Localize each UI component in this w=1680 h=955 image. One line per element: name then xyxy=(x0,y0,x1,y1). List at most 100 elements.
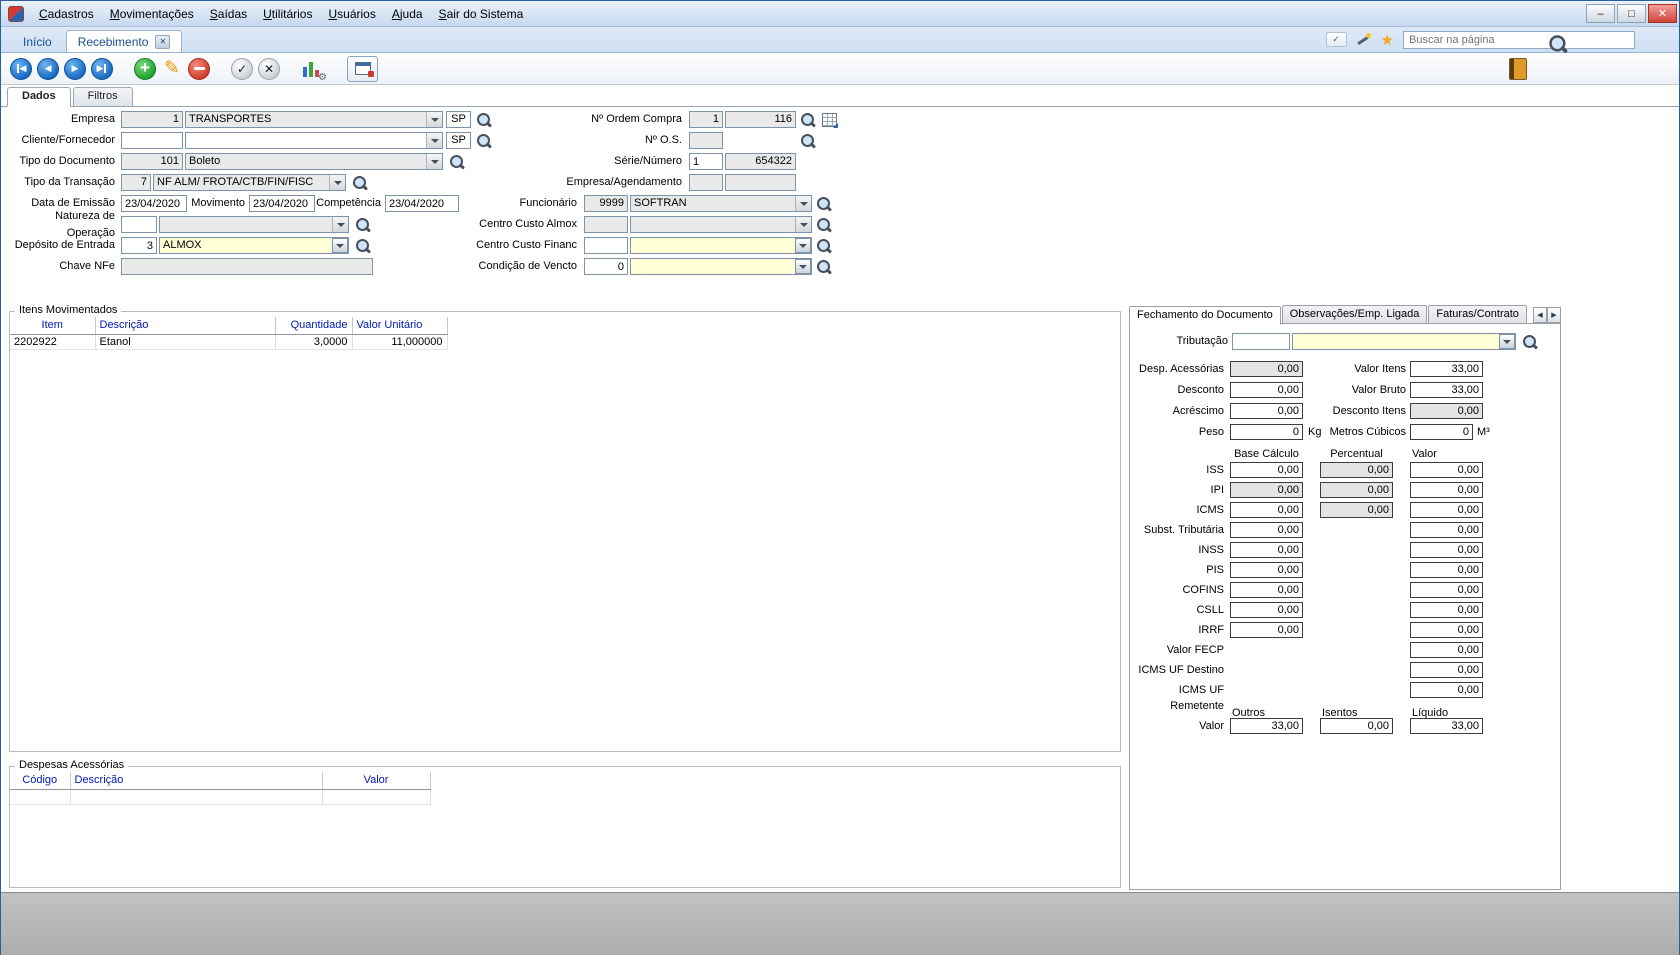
menu-cadastros[interactable]: Cadastros xyxy=(31,4,102,24)
condicao-vencto-code-field[interactable] xyxy=(584,258,628,275)
tipo-transacao-lookup-icon[interactable] xyxy=(352,175,368,191)
chevron-down-icon[interactable] xyxy=(795,196,811,211)
ordem-compra-lookup-icon[interactable] xyxy=(800,112,816,128)
empresa-uf-field[interactable]: SP xyxy=(446,111,471,128)
cliente-uf-field[interactable]: SP xyxy=(446,132,471,149)
tab-scroll-right-icon[interactable]: ▶ xyxy=(1547,307,1561,323)
delete-record-button[interactable] xyxy=(188,58,210,80)
ipi-valor-field[interactable]: 0,00 xyxy=(1410,482,1483,498)
column-valor-unitario[interactable]: Valor Unitário xyxy=(352,317,447,334)
tributacao-combo[interactable] xyxy=(1292,333,1516,350)
pis-valor-field[interactable]: 0,00 xyxy=(1410,562,1483,578)
column-despesa-valor[interactable]: Valor xyxy=(322,772,430,789)
tab-filtros[interactable]: Filtros xyxy=(73,87,133,107)
iss-base-field[interactable]: 0,00 xyxy=(1230,462,1303,478)
last-record-button[interactable]: ▶ xyxy=(91,58,113,80)
funcionario-lookup-icon[interactable] xyxy=(816,196,832,212)
deposito-lookup-icon[interactable] xyxy=(355,238,371,254)
centro-custo-financ-combo[interactable] xyxy=(630,237,812,254)
menu-utilitarios[interactable]: Utilitários xyxy=(255,4,320,24)
competencia-field[interactable] xyxy=(385,195,459,212)
tab-observacoes[interactable]: Observações/Emp. Ligada xyxy=(1282,305,1428,324)
centro-custo-financ-code-field[interactable] xyxy=(584,237,628,254)
csll-valor-field[interactable]: 0,00 xyxy=(1410,602,1483,618)
centro-custo-financ-lookup-icon[interactable] xyxy=(816,238,832,254)
cofins-valor-field[interactable]: 0,00 xyxy=(1410,582,1483,598)
chevron-down-icon[interactable] xyxy=(1499,334,1515,349)
cliente-combo[interactable] xyxy=(185,132,443,149)
chevron-down-icon[interactable] xyxy=(426,154,442,169)
next-record-button[interactable]: ▶ xyxy=(64,58,86,80)
chevron-down-icon[interactable] xyxy=(426,112,442,127)
chevron-down-icon[interactable] xyxy=(795,238,811,253)
validate-icon[interactable]: ✓ xyxy=(1326,32,1347,47)
column-quantidade[interactable]: Quantidade xyxy=(275,317,352,334)
fecp-valor-field[interactable]: 0,00 xyxy=(1410,642,1483,658)
menu-movimentacoes[interactable]: Movimentações xyxy=(102,4,202,24)
cliente-code-field[interactable] xyxy=(121,132,183,149)
metros-cubicos-field[interactable]: 0 xyxy=(1410,424,1473,440)
icms-valor-field[interactable]: 0,00 xyxy=(1410,502,1483,518)
item-table-row[interactable]: 2202922 Etanol 3,0000 11,000000 xyxy=(10,334,447,349)
tab-close-icon[interactable]: ✕ xyxy=(155,35,170,49)
tab-recebimento[interactable]: Recebimento ✕ xyxy=(66,30,183,52)
add-record-button[interactable]: + xyxy=(134,58,156,80)
deposito-code-field[interactable] xyxy=(121,237,157,254)
chart-button[interactable]: ⚙ xyxy=(300,57,325,80)
edit-record-button[interactable]: ✎ xyxy=(161,59,183,78)
column-despesa-descricao[interactable]: Descrição xyxy=(70,772,322,789)
icms-uf-destino-valor-field[interactable]: 0,00 xyxy=(1410,662,1483,678)
subst-valor-field[interactable]: 0,00 xyxy=(1410,522,1483,538)
chevron-down-icon[interactable] xyxy=(795,259,811,274)
column-descricao[interactable]: Descrição xyxy=(95,317,275,334)
os-lookup-icon[interactable] xyxy=(800,133,816,149)
prev-record-button[interactable]: ◀ xyxy=(37,58,59,80)
menu-usuarios[interactable]: Usuários xyxy=(320,4,383,24)
wand-icon[interactable] xyxy=(1356,32,1372,47)
tab-inicio[interactable]: Início xyxy=(11,30,64,52)
search-input[interactable] xyxy=(1403,31,1635,49)
star-icon[interactable]: ★ xyxy=(1381,31,1394,49)
natureza-code-field[interactable] xyxy=(121,216,157,233)
irrf-valor-field[interactable]: 0,00 xyxy=(1410,622,1483,638)
search-page-icon[interactable] xyxy=(1548,34,1568,54)
inss-valor-field[interactable]: 0,00 xyxy=(1410,542,1483,558)
cofins-base-field[interactable]: 0,00 xyxy=(1230,582,1303,598)
condicao-vencto-combo[interactable] xyxy=(630,258,812,275)
tributacao-code-field[interactable] xyxy=(1232,333,1290,350)
movimento-field[interactable] xyxy=(249,195,315,212)
inss-base-field[interactable]: 0,00 xyxy=(1230,542,1303,558)
menu-ajuda[interactable]: Ajuda xyxy=(384,4,431,24)
maximize-button[interactable]: □ xyxy=(1617,4,1646,23)
pis-base-field[interactable]: 0,00 xyxy=(1230,562,1303,578)
deposito-combo[interactable]: ALMOX xyxy=(159,237,349,254)
chevron-down-icon[interactable] xyxy=(332,217,348,232)
ordem-compra-itens-icon[interactable] xyxy=(822,113,837,127)
icms-uf-remetente-valor-field[interactable]: 0,00 xyxy=(1410,682,1483,698)
tab-faturas[interactable]: Faturas/Contrato xyxy=(1428,305,1527,324)
serie-field[interactable] xyxy=(689,153,723,170)
exit-icon[interactable] xyxy=(1509,58,1527,80)
column-item[interactable]: Item xyxy=(10,317,95,334)
tab-fechamento[interactable]: Fechamento do Documento xyxy=(1129,306,1281,325)
irrf-base-field[interactable]: 0,00 xyxy=(1230,622,1303,638)
csll-base-field[interactable]: 0,00 xyxy=(1230,602,1303,618)
chevron-down-icon[interactable] xyxy=(426,133,442,148)
condicao-vencto-lookup-icon[interactable] xyxy=(816,259,832,275)
menu-saidas[interactable]: Saídas xyxy=(202,4,255,24)
chevron-down-icon[interactable] xyxy=(332,238,348,253)
first-record-button[interactable]: ◀ xyxy=(10,58,32,80)
confirm-button[interactable]: ✓ xyxy=(231,58,253,80)
data-emissao-field[interactable] xyxy=(121,195,187,212)
menu-sair[interactable]: Sair do Sistema xyxy=(431,4,532,24)
minimize-button[interactable]: – xyxy=(1586,4,1615,23)
centro-custo-almox-lookup-icon[interactable] xyxy=(816,217,832,233)
tributacao-lookup-icon[interactable] xyxy=(1522,334,1538,350)
column-codigo[interactable]: Código xyxy=(10,772,70,789)
subst-base-field[interactable]: 0,00 xyxy=(1230,522,1303,538)
tab-dados[interactable]: Dados xyxy=(7,87,71,107)
chevron-down-icon[interactable] xyxy=(329,175,345,190)
document-form-button[interactable] xyxy=(347,56,378,82)
tipo-documento-lookup-icon[interactable] xyxy=(449,154,465,170)
chevron-down-icon[interactable] xyxy=(795,217,811,232)
